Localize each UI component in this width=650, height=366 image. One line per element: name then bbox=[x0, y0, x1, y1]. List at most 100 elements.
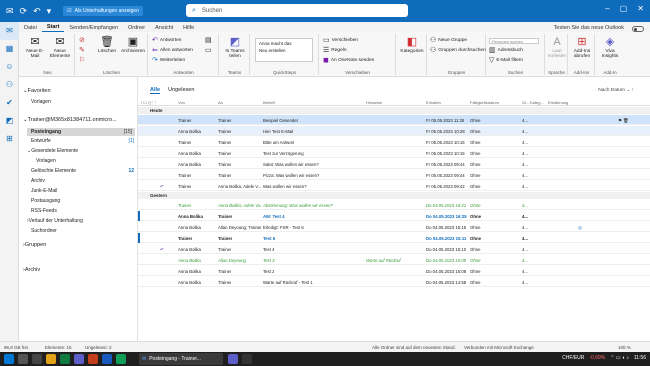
people-icon[interactable]: ☺ bbox=[0, 58, 19, 76]
folder-inbox[interactable]: Posteingang [15] bbox=[27, 128, 135, 136]
viva-insights-button[interactable]: ◈ Viva Insights bbox=[597, 36, 623, 59]
mail-icon[interactable]: ✉ bbox=[0, 22, 19, 40]
maximize-icon[interactable]: ▢ bbox=[620, 4, 628, 13]
excel-icon[interactable] bbox=[60, 354, 70, 364]
move-button[interactable]: ▭ Verschieben bbox=[323, 37, 358, 44]
table-row[interactable]: Anna Bolika Trainer Test 2 Do 04.05.2023 15… bbox=[138, 266, 650, 276]
meeting-button[interactable]: ▤ bbox=[205, 37, 212, 44]
header-from[interactable]: Von bbox=[178, 100, 185, 105]
table-row[interactable]: Anna Bolika Trainer Salat: Was wollen wir … bbox=[138, 159, 650, 169]
junk-button[interactable]: ⚐ bbox=[79, 57, 85, 64]
table-row[interactable]: Anna Bolika Trainer Warte auf Rückruf - Te… bbox=[138, 277, 650, 287]
reply-all-button[interactable]: ⇐ Allen antworten bbox=[152, 47, 193, 54]
folder-junk[interactable]: Junk-E-Mail bbox=[31, 188, 57, 194]
chrome-icon[interactable] bbox=[116, 354, 126, 364]
minimize-icon[interactable]: – bbox=[605, 4, 609, 13]
close-icon[interactable]: ✕ bbox=[637, 4, 644, 13]
start-icon[interactable] bbox=[4, 354, 14, 364]
teams-icon[interactable] bbox=[74, 354, 84, 364]
im-button[interactable]: ▭ bbox=[205, 47, 212, 54]
folder-outbox[interactable]: Postausgang bbox=[31, 198, 60, 204]
header-ref[interactable]: Hinweise bbox=[366, 100, 382, 105]
taskbar-outlook-window[interactable]: ✉ Posteingang - Trainer... bbox=[139, 353, 223, 365]
onenote-button[interactable]: ◼ An OneNote senden bbox=[323, 57, 374, 64]
menu-senden-empfangen[interactable]: Senden/Empfangen bbox=[64, 25, 123, 32]
get-addins-button[interactable]: ⊞ Add-Ins abrufen bbox=[570, 36, 594, 59]
table-row[interactable]: Trainer Anna Bolika; Adele Va... Abstimmun… bbox=[138, 200, 650, 210]
table-row[interactable]: Trainer Trainer Beispiel Gesendet Fr 05.05.… bbox=[138, 115, 650, 125]
header-due[interactable]: Fälligkeitsdatum bbox=[470, 100, 499, 105]
new-group-button[interactable]: ⚇ Neue Gruppe bbox=[430, 37, 467, 44]
table-row[interactable]: Trainer Anna Bolika; Adele V... Was wollen… bbox=[138, 181, 650, 191]
address-book-button[interactable]: ▥ Adressbuch bbox=[489, 47, 523, 54]
menu-start[interactable]: Start bbox=[41, 24, 65, 32]
table-row[interactable]: Trainer Trainer Pizza: Was wollen wir esse… bbox=[138, 170, 650, 180]
filter-email-button[interactable]: ▽ E-Mail filtern bbox=[489, 57, 523, 64]
table-row[interactable]: Trainer Trainer Test 5 Do 04.05.2023 15:11 O… bbox=[138, 233, 650, 243]
table-row[interactable]: Anna Bolika Trainer AW: Test 4 Do 04.05.202… bbox=[138, 211, 650, 221]
customize-icon[interactable]: ▾ bbox=[47, 6, 52, 16]
folder-history[interactable]: › Verlauf der Unterhaltung bbox=[27, 218, 83, 224]
rules-button[interactable]: ☰ Regeln bbox=[323, 47, 346, 54]
conversation-toggle[interactable]: ☑ Als Unterhaltungen anzeigen bbox=[63, 6, 143, 16]
group-yesterday[interactable]: Gestern bbox=[138, 192, 650, 199]
quickstep-anna[interactable]: Anna macht das bbox=[257, 40, 311, 47]
header-subject[interactable]: Betreff bbox=[263, 100, 275, 105]
powerpoint-icon[interactable] bbox=[88, 354, 98, 364]
categorize-button[interactable]: ◧ Kategorien bbox=[399, 36, 425, 54]
forward-button[interactable]: ↷ Weiterleiten bbox=[152, 57, 185, 64]
taskview-icon[interactable] bbox=[32, 354, 42, 364]
calendar-icon[interactable]: ▦ bbox=[0, 40, 19, 58]
new-items-button[interactable]: ✉ Neue Elemente bbox=[48, 36, 72, 59]
menu-ordner[interactable]: Ordner bbox=[123, 25, 150, 32]
app-icon[interactable] bbox=[228, 354, 238, 364]
search-input[interactable]: ⌕ Suchen bbox=[186, 4, 408, 17]
read-aloud-button[interactable]: A Laut vorlesen bbox=[547, 36, 567, 59]
sync-icon[interactable]: ⟳ bbox=[20, 6, 28, 16]
stock-ticker[interactable]: CHF/EUR bbox=[562, 355, 584, 361]
folder-fav-vorlagen[interactable]: Vorlagen bbox=[31, 99, 51, 105]
app-icon-2[interactable] bbox=[242, 354, 252, 364]
apps-icon[interactable]: ⊞ bbox=[0, 130, 19, 148]
header-size[interactable]: Gr... bbox=[522, 100, 530, 105]
sort-dropdown[interactable]: Nach Datum ⌄ ↑ bbox=[598, 88, 634, 93]
table-row[interactable]: Anna Bolika Trainer Test zur Verzögerung Fr… bbox=[138, 148, 650, 158]
header-received[interactable]: Erhalten bbox=[426, 100, 441, 105]
folder-rss[interactable]: RSS-Feeds bbox=[31, 208, 57, 214]
folder-deleted[interactable]: Gelöschte Elemente 12 bbox=[31, 168, 134, 174]
quicksteps-gallery[interactable]: Anna macht das Neu erstellen bbox=[255, 38, 313, 62]
account-header[interactable]: ⌄ Trainer@M365x81384711.onmicro... bbox=[23, 117, 117, 123]
table-row[interactable]: Trainer Trainer Bitte um Antwort Fr 05.05.2… bbox=[138, 137, 650, 147]
table-row[interactable]: Anna Bolika Trainer Test 4 Do 04.05.2023 15… bbox=[138, 244, 650, 254]
folder-vorlagen[interactable]: Vorlagen bbox=[36, 158, 56, 164]
table-row[interactable]: Anna Bolika Trainer Hier Test E-Mail Fr 05.… bbox=[138, 126, 650, 136]
folder-drafts[interactable]: Entwürfe [1] bbox=[31, 138, 134, 144]
share-teams-button[interactable]: ◩ In Teams teilen bbox=[223, 36, 247, 59]
groups-header[interactable]: › Gruppen bbox=[23, 242, 46, 248]
zoom-level[interactable]: 100 % bbox=[618, 345, 631, 350]
todo-icon[interactable]: ✔ bbox=[0, 94, 19, 112]
teams-icon[interactable]: ◩ bbox=[0, 112, 19, 130]
archive-header[interactable]: › Archiv bbox=[23, 267, 40, 273]
archive-button[interactable]: ▣ Archivieren bbox=[119, 36, 147, 54]
tray-icons[interactable]: ⌃ ▭ ◖ ♪ bbox=[610, 355, 629, 361]
delete-button[interactable]: 🗑 Löschen bbox=[96, 36, 118, 54]
cleanup-button[interactable]: ✎ bbox=[79, 47, 85, 54]
menu-ansicht[interactable]: Ansicht bbox=[150, 25, 178, 32]
reply-button[interactable]: ↶ Antworten bbox=[152, 37, 181, 44]
header-mention[interactable]: Erwähnung bbox=[548, 100, 568, 105]
search-people-input[interactable]: Personen suchen bbox=[489, 38, 539, 44]
clock[interactable]: 11:56 bbox=[634, 355, 646, 361]
menu-datei[interactable]: Datei bbox=[19, 25, 42, 32]
folder-archive[interactable]: Archiv bbox=[31, 178, 45, 184]
new-outlook-toggle[interactable] bbox=[632, 25, 644, 32]
undo-icon[interactable]: ↶ bbox=[33, 6, 41, 16]
table-row[interactable]: Anna Bolika Allan Deyoung Test 3 Worte auf … bbox=[138, 255, 650, 265]
browse-groups-button[interactable]: ⚇ Gruppen durchsuchen bbox=[430, 47, 486, 54]
quickstep-new[interactable]: Neu erstellen bbox=[257, 47, 311, 54]
row-actions-icon[interactable]: ⚑ 🗑 bbox=[618, 118, 629, 124]
folder-search[interactable]: Suchordner bbox=[31, 228, 57, 234]
favorites-header[interactable]: ⌄ Favoriten bbox=[23, 88, 51, 94]
folder-sent[interactable]: ⌄ Gesendete Elemente bbox=[27, 148, 78, 154]
tab-all[interactable]: Alle bbox=[150, 87, 161, 94]
